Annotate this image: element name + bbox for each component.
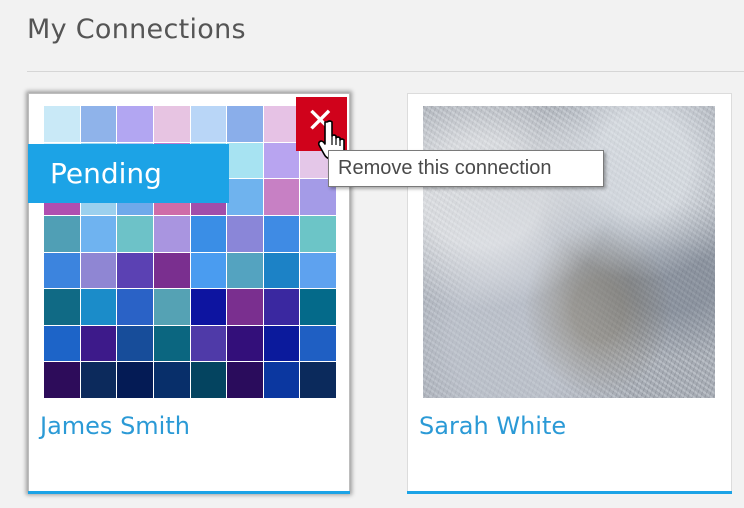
- card-accent-bar: [407, 491, 732, 494]
- mosaic-tile: [263, 252, 300, 289]
- mosaic-tile: [117, 106, 153, 142]
- mosaic-tile: [80, 362, 117, 398]
- mosaic-tile: [300, 252, 336, 289]
- mosaic-tile: [227, 252, 263, 289]
- remove-tooltip: Remove this connection: [328, 150, 604, 187]
- mosaic-tile: [117, 289, 153, 325]
- mosaic-tile: [227, 289, 263, 325]
- mosaic-tile: [300, 325, 336, 362]
- mosaic-tile: [117, 325, 153, 362]
- mosaic-tile: [153, 289, 190, 325]
- page-title: My Connections: [27, 14, 246, 45]
- mosaic-tile: [80, 289, 117, 325]
- mosaic-tile: [300, 289, 336, 325]
- mosaic-tile: [190, 215, 227, 252]
- divider: [27, 71, 744, 72]
- mosaic-tile: [190, 289, 227, 325]
- mosaic-tile: [117, 215, 153, 252]
- mosaic-tile: [117, 362, 153, 398]
- mosaic-tile: [263, 142, 300, 179]
- status-badge: Pending: [28, 144, 229, 203]
- mosaic-tile: [263, 289, 300, 325]
- mosaic-tile: [263, 325, 300, 362]
- mosaic-tile: [263, 106, 300, 142]
- mosaic-tile: [263, 179, 300, 215]
- mosaic-tile: [44, 289, 80, 325]
- mosaic-tile: [153, 106, 190, 142]
- mosaic-tile: [44, 362, 80, 398]
- mosaic-tile: [300, 215, 336, 252]
- mosaic-tile: [227, 362, 263, 398]
- mosaic-tile: [80, 252, 117, 289]
- mosaic-tile: [263, 362, 300, 398]
- mosaic-tile: [227, 106, 263, 142]
- mosaic-tile: [153, 252, 190, 289]
- mosaic-tile: [227, 325, 263, 362]
- card-accent-bar: [28, 491, 350, 494]
- mosaic-tile: [153, 362, 190, 398]
- mosaic-tile: [80, 325, 117, 362]
- mosaic-tile: [153, 325, 190, 362]
- mosaic-tile: [44, 106, 80, 142]
- mosaic-tile: [227, 215, 263, 252]
- mosaic-tile: [80, 106, 117, 142]
- mosaic-tile: [190, 362, 227, 398]
- mosaic-tile: [190, 325, 227, 362]
- mosaic-tile: [117, 252, 153, 289]
- connection-name-link[interactable]: Sarah White: [419, 412, 566, 440]
- mosaic-tile: [44, 215, 80, 252]
- mosaic-tile: [190, 252, 227, 289]
- mosaic-tile: [44, 325, 80, 362]
- mosaic-tile: [190, 106, 227, 142]
- mosaic-tile: [300, 362, 336, 398]
- mosaic-tile: [153, 215, 190, 252]
- mosaic-tile: [227, 179, 263, 215]
- mosaic-tile: [227, 142, 263, 179]
- mosaic-tile: [44, 252, 80, 289]
- mosaic-tile: [80, 215, 117, 252]
- connection-name-link[interactable]: James Smith: [40, 412, 190, 440]
- mosaic-tile: [263, 215, 300, 252]
